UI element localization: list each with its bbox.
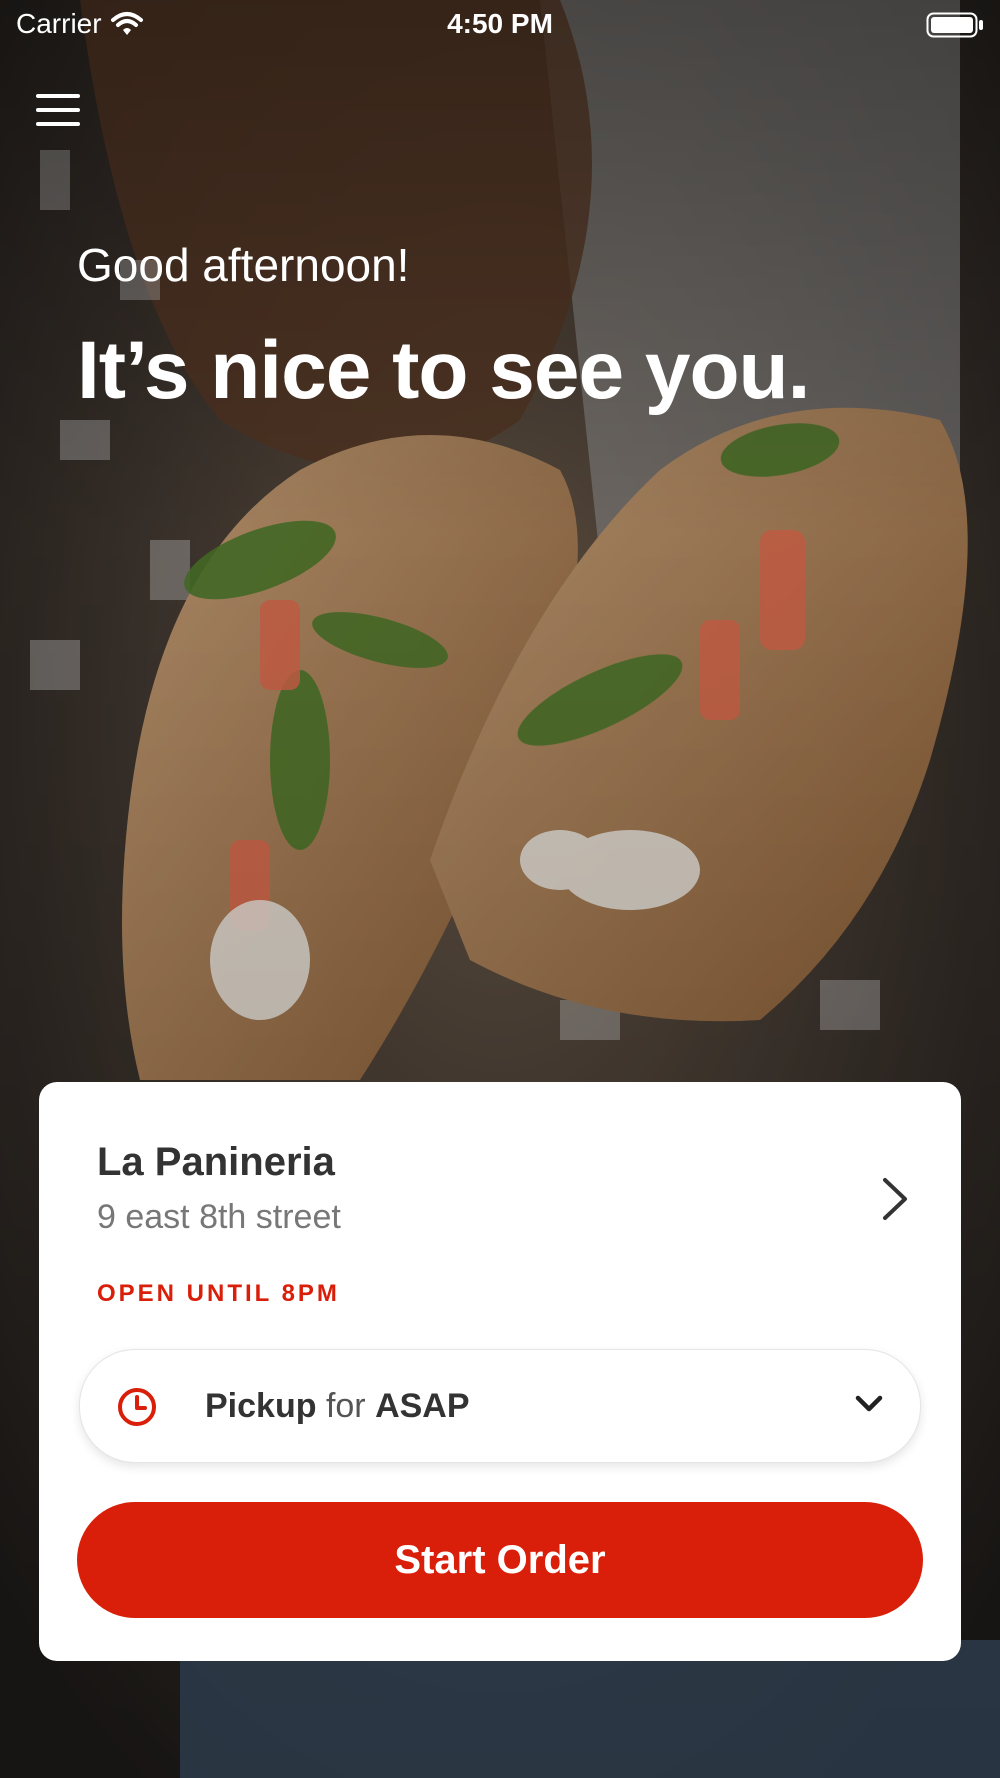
store-name: La Panineria <box>97 1140 335 1184</box>
chevron-down-icon <box>855 1395 883 1412</box>
order-connector: for <box>325 1387 366 1425</box>
order-time: ASAP <box>375 1387 470 1425</box>
menu-icon[interactable] <box>36 94 80 134</box>
order-mode: Pickup <box>205 1387 317 1425</box>
battery-icon <box>926 12 983 38</box>
store-selector[interactable]: La Panineria 9 east 8th street <box>97 1140 921 1250</box>
location-card: La Panineria 9 east 8th street OPEN UNTI… <box>39 1082 961 1661</box>
order-type-dropdown[interactable]: Pickup for ASAP <box>79 1349 921 1463</box>
open-status-badge: OPEN UNTIL 8PM <box>97 1280 340 1307</box>
headline-text: It’s nice to see you. <box>77 325 810 416</box>
chevron-right-icon[interactable] <box>881 1176 909 1222</box>
order-type-label: Pickup for ASAP <box>205 1387 470 1426</box>
greeting-text: Good afternoon! <box>77 239 410 291</box>
start-order-button[interactable]: Start Order <box>77 1502 923 1618</box>
clock-icon <box>118 1388 156 1426</box>
status-bar: Carrier 4:50 PM <box>0 0 1000 50</box>
status-time: 4:50 PM <box>447 8 553 39</box>
store-address: 9 east 8th street <box>97 1198 341 1236</box>
